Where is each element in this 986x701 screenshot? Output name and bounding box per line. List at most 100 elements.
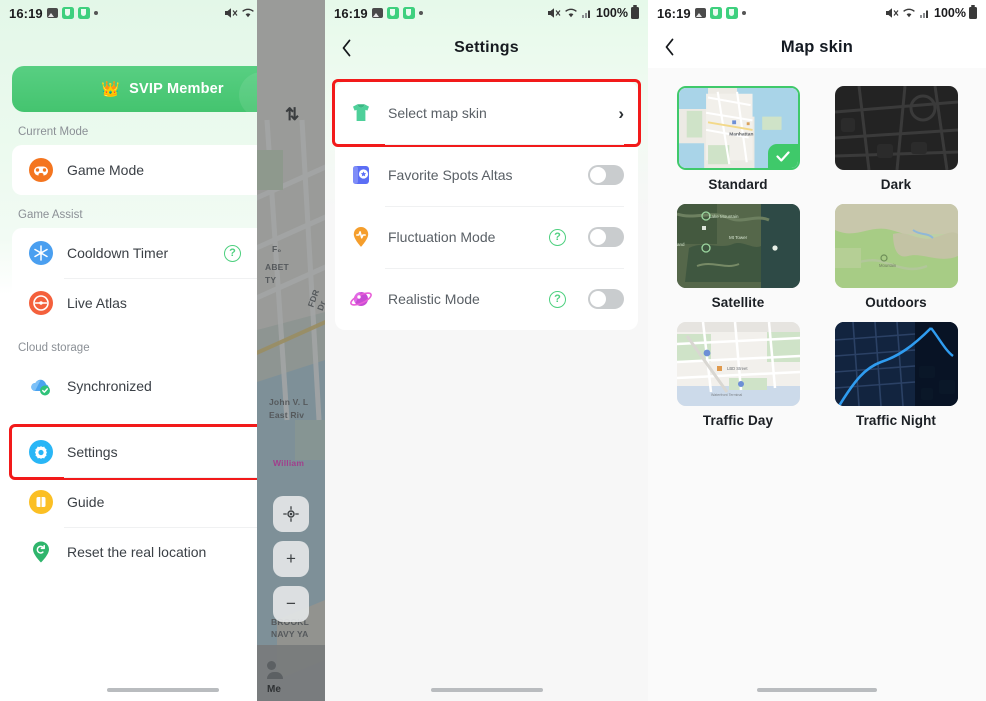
zoom-out-button[interactable]: − bbox=[273, 586, 309, 622]
row-realistic-mode[interactable]: Realistic Mode ? bbox=[335, 268, 638, 330]
row-fluctuation-mode[interactable]: Fluctuation Mode ? bbox=[335, 206, 638, 268]
zoom-in-button[interactable]: + bbox=[273, 541, 309, 577]
map-skin-thumb[interactable]: LBD Street Waterfront Terminal bbox=[676, 322, 800, 406]
locate-icon[interactable] bbox=[273, 496, 309, 532]
app-badge-icon bbox=[709, 7, 722, 19]
svg-text:Mountain: Mountain bbox=[879, 263, 897, 268]
map-skin-tile-satellite[interactable]: Lake Mountain Mt Tower and Satellite bbox=[672, 204, 804, 310]
help-icon[interactable]: ? bbox=[549, 228, 566, 246]
map-skin-tile-traffic-day[interactable]: LBD Street Waterfront Terminal Traffic D… bbox=[672, 322, 804, 428]
map-skin-thumb[interactable]: Mountain bbox=[834, 204, 958, 288]
row-label: Cooldown Timer bbox=[67, 245, 169, 261]
satellite-map-preview: Lake Mountain Mt Tower and bbox=[676, 204, 800, 288]
status-bar-3: 16:19 100% bbox=[648, 0, 986, 26]
page-title: Map skin bbox=[780, 37, 854, 56]
status-time: 16:19 bbox=[334, 5, 368, 21]
location-reset-icon bbox=[28, 539, 54, 565]
app-badge-icon bbox=[77, 7, 90, 19]
map-skin-thumb[interactable]: Manhattan bbox=[676, 86, 800, 170]
wifi-icon bbox=[242, 8, 254, 18]
map-label: F₀ bbox=[272, 244, 282, 254]
status-time: 16:19 bbox=[657, 5, 691, 21]
sort-arrows-icon[interactable]: ⇅ bbox=[285, 105, 299, 125]
dimmed-map-strip[interactable]: ⇅ F₀ ABET TY FDR Dr John V. L East Riv W… bbox=[257, 0, 325, 701]
map-skin-grid: Manhattan Standard Dark Lake Mountain Mt… bbox=[648, 68, 986, 428]
row-label: Guide bbox=[67, 494, 105, 510]
help-icon[interactable]: ? bbox=[224, 244, 241, 262]
chevron-right-icon: › bbox=[618, 103, 624, 123]
tshirt-icon bbox=[349, 101, 373, 125]
home-indicator-1 bbox=[0, 688, 325, 692]
map-skin-name: Traffic Day bbox=[702, 413, 774, 428]
row-label: Synchronized bbox=[67, 378, 152, 394]
compass-icon bbox=[28, 290, 54, 316]
row-label: Realistic Mode bbox=[388, 291, 480, 307]
app-badge-icon bbox=[61, 7, 74, 19]
row-favorite-spots-altas[interactable]: Favorite Spots Altas bbox=[335, 144, 638, 206]
row-label: Settings bbox=[67, 444, 118, 460]
wifi-icon bbox=[903, 8, 915, 18]
selected-check-badge bbox=[767, 144, 798, 168]
map-label: NAVY YA bbox=[271, 629, 309, 639]
map-skin-tile-outdoors[interactable]: Mountain Outdoors bbox=[830, 204, 962, 310]
svg-text:Lake Mountain: Lake Mountain bbox=[709, 214, 739, 219]
map-skin-name: Outdoors bbox=[865, 295, 927, 310]
toggle-favorite-spots-altas[interactable] bbox=[588, 165, 624, 185]
map-skin-tile-standard[interactable]: Manhattan Standard bbox=[672, 86, 804, 192]
avatar-head-icon bbox=[267, 661, 276, 670]
three-phone-screens: 16:19 👑 SVIP Member Current Mode Game Mo… bbox=[0, 0, 986, 701]
battery-percent: 100% bbox=[596, 6, 628, 20]
panel-settings: 16:19 100% Settings Select map skin › Fa… bbox=[325, 0, 648, 701]
status-left: 16:19 bbox=[657, 6, 746, 21]
home-indicator-2 bbox=[325, 688, 648, 692]
snowflake-icon bbox=[28, 240, 54, 266]
photo-icon bbox=[46, 8, 58, 18]
map-skin-name: Dark bbox=[880, 177, 912, 192]
battery-percent: 100% bbox=[934, 6, 966, 20]
row-label: Fluctuation Mode bbox=[388, 229, 496, 245]
panel-account-menu: 16:19 👑 SVIP Member Current Mode Game Mo… bbox=[0, 0, 325, 701]
map-label: TY bbox=[265, 275, 277, 285]
map-skin-tile-dark[interactable]: Dark bbox=[830, 86, 962, 192]
page-title: Settings bbox=[454, 39, 519, 56]
help-icon[interactable]: ? bbox=[549, 290, 566, 308]
toggle-fluctuation-mode[interactable] bbox=[588, 227, 624, 247]
map-skin-thumb[interactable] bbox=[834, 86, 958, 170]
signal-icon bbox=[582, 10, 591, 18]
map-label: John V. L bbox=[269, 397, 309, 407]
map-skin-thumb[interactable]: Lake Mountain Mt Tower and bbox=[676, 204, 800, 288]
outdoors-map-preview: Mountain bbox=[834, 204, 958, 288]
map-label: ABET bbox=[265, 262, 289, 272]
traffic-night-map-preview bbox=[834, 322, 958, 406]
mute-icon bbox=[548, 8, 561, 18]
favorites-book-icon bbox=[349, 163, 373, 187]
row-select-map-skin[interactable]: Select map skin › bbox=[332, 79, 641, 147]
photo-icon bbox=[371, 8, 383, 18]
map-skin-thumb[interactable] bbox=[834, 322, 958, 406]
row-label: Game Mode bbox=[67, 162, 145, 178]
check-icon bbox=[775, 150, 790, 162]
battery-icon bbox=[969, 5, 977, 19]
app-badge-icon bbox=[386, 7, 399, 19]
battery-icon bbox=[631, 5, 639, 19]
status-right: 100% bbox=[885, 5, 977, 20]
status-time: 16:19 bbox=[9, 5, 43, 21]
toggle-realistic-mode[interactable] bbox=[588, 289, 624, 309]
dark-map-preview bbox=[834, 86, 958, 170]
map-skin-tile-traffic-night[interactable]: Traffic Night bbox=[830, 322, 962, 428]
pulse-pin-icon bbox=[349, 225, 373, 249]
tab-me[interactable]: Me bbox=[257, 645, 325, 701]
app-badge-icon bbox=[725, 7, 738, 19]
map-label: East Riv bbox=[269, 410, 305, 420]
book-icon bbox=[28, 489, 54, 515]
navbar-map-skin: Map skin bbox=[648, 26, 986, 68]
signal-icon bbox=[920, 10, 929, 18]
home-indicator-3 bbox=[648, 688, 986, 692]
wifi-icon bbox=[565, 8, 577, 18]
photo-icon bbox=[694, 8, 706, 18]
planet-icon bbox=[349, 287, 373, 311]
gamepad-icon bbox=[28, 157, 54, 183]
map-skin-name: Traffic Night bbox=[855, 413, 937, 428]
status-left: 16:19 bbox=[334, 6, 423, 21]
row-label: Select map skin bbox=[388, 105, 487, 121]
